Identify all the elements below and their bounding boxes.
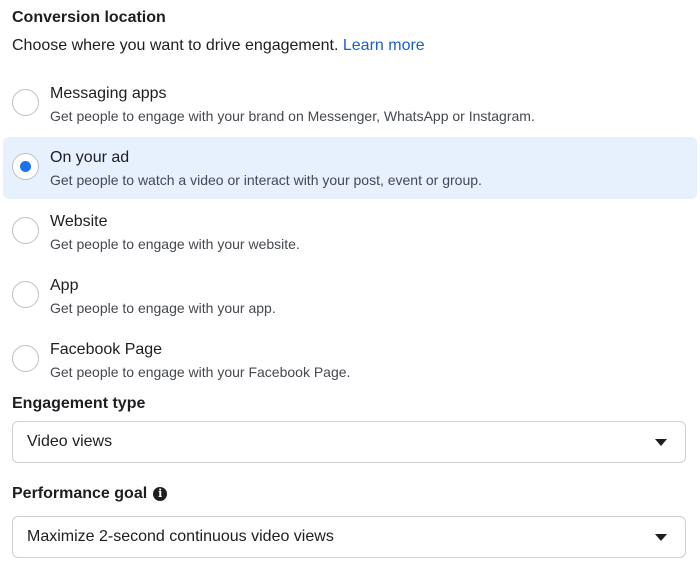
dropdown-selected-value: Video views — [27, 433, 113, 450]
info-icon[interactable]: i — [153, 487, 168, 501]
option-on-your-ad[interactable]: On your ad Get people to watch a video o… — [3, 137, 697, 199]
radio-button[interactable] — [12, 281, 39, 308]
dropdown-selected-value: Maximize 2-second continuous video views — [27, 528, 334, 545]
option-facebook-page[interactable]: Facebook Page Get people to engage with … — [3, 329, 697, 391]
radio-selected-dot — [20, 161, 31, 172]
performance-goal-title: Performance goal i — [12, 485, 168, 503]
option-app[interactable]: App Get people to engage with your app. — [3, 265, 697, 327]
engagement-type-title: Engagement type — [12, 395, 146, 412]
option-description: Get people to engage with your Facebook … — [50, 364, 351, 380]
option-label: Facebook Page — [50, 341, 163, 358]
learn-more-link[interactable]: Learn more — [343, 37, 425, 54]
option-description: Get people to engage with your app. — [50, 300, 276, 316]
option-description: Get people to engage with your brand on … — [50, 108, 535, 124]
option-messaging-apps[interactable]: Messaging apps Get people to engage with… — [3, 73, 697, 135]
performance-goal-label: Performance goal — [12, 485, 148, 502]
conversion-location-options: Messaging apps Get people to engage with… — [3, 73, 697, 393]
option-website[interactable]: Website Get people to engage with your w… — [3, 201, 697, 263]
radio-button[interactable] — [12, 345, 39, 372]
engagement-type-dropdown[interactable]: Video views — [12, 421, 686, 463]
conversion-location-title: Conversion location — [12, 9, 166, 26]
caret-down-icon — [655, 534, 667, 541]
option-label: App — [50, 277, 79, 294]
option-label: Messaging apps — [50, 85, 167, 102]
subtitle-text: Choose where you want to drive engagemen… — [12, 37, 339, 54]
caret-down-icon — [655, 439, 667, 446]
performance-goal-dropdown[interactable]: Maximize 2-second continuous video views — [12, 516, 686, 558]
radio-button[interactable] — [12, 89, 39, 116]
radio-button[interactable] — [12, 217, 39, 244]
option-label: Website — [50, 213, 108, 230]
radio-button-selected[interactable] — [12, 153, 39, 180]
option-description: Get people to watch a video or interact … — [50, 172, 482, 188]
option-label: On your ad — [50, 149, 130, 166]
option-description: Get people to engage with your website. — [50, 236, 300, 252]
conversion-location-subtitle: Choose where you want to drive engagemen… — [12, 37, 425, 55]
